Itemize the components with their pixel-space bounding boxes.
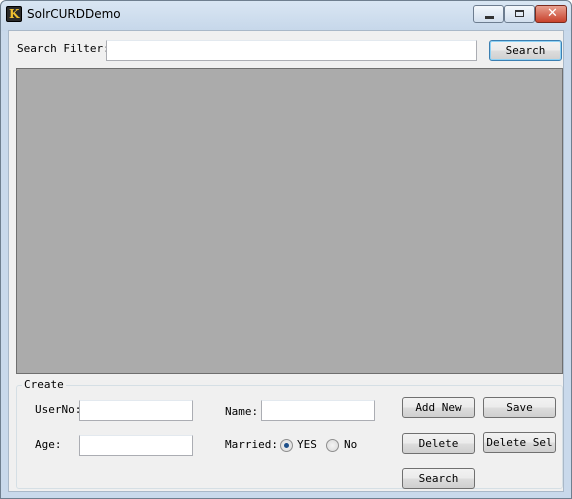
name-label: Name: [225,405,259,418]
maximize-button[interactable] [504,5,535,23]
radio-dot-icon [284,443,289,448]
search-filter-input[interactable] [106,40,477,61]
search-button[interactable]: Search [402,468,475,489]
delete-button[interactable]: Delete [402,433,475,454]
married-label: Married: [225,438,278,451]
results-grid[interactable] [16,68,563,374]
age-label: Age: [35,438,62,451]
create-group: Create UserNo: Age: Name: Married: YES N… [16,378,563,489]
married-no-radio[interactable] [326,439,339,452]
title-bar[interactable]: K SolrCURDDemo ✕ [1,1,571,29]
search-filter-button[interactable]: Search [489,40,562,61]
close-button[interactable]: ✕ [535,5,567,23]
minimize-icon [485,16,494,19]
client-area: Search Filter: Search Create UserNo: Age… [8,30,564,492]
add-new-button[interactable]: Add New [402,397,475,418]
userno-label: UserNo: [35,403,82,416]
name-input[interactable] [261,400,375,421]
age-input[interactable] [79,435,193,456]
app-window: K SolrCURDDemo ✕ Search Filter: Search C… [0,0,572,499]
maximize-icon [515,10,524,17]
app-icon: K [6,6,22,22]
married-yes-label[interactable]: YES [297,438,317,451]
close-icon: ✕ [547,6,558,21]
save-button[interactable]: Save [483,397,556,418]
userno-input[interactable] [79,400,193,421]
search-filter-label: Search Filter: [17,42,110,55]
create-group-title: Create [22,378,66,391]
minimize-button[interactable] [473,5,504,23]
married-yes-radio[interactable] [280,439,293,452]
married-no-label[interactable]: No [344,438,357,451]
window-title: SolrCURDDemo [27,7,121,21]
delete-selected-button[interactable]: Delete Sel [483,432,556,453]
